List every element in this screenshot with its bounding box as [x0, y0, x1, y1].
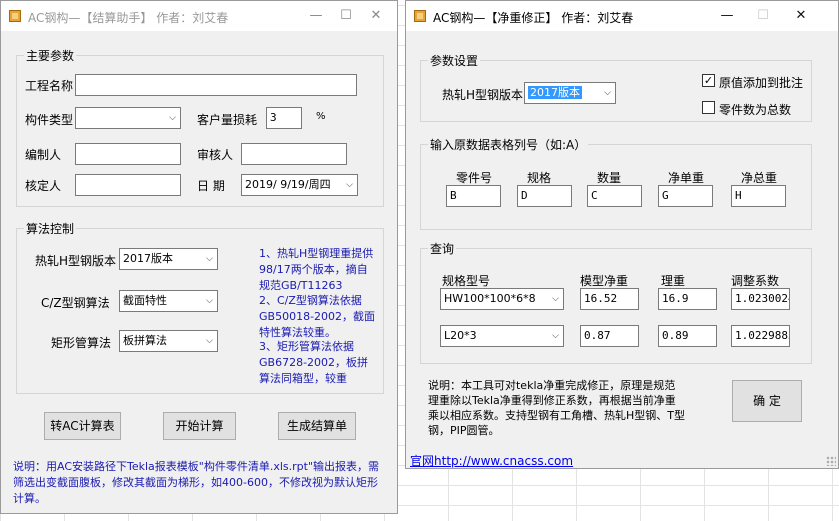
net-weight-correction-window: AC钢构—【净重修正】 作者：刘艾春 — ☐ ✕ 参数设置 热轧H型钢版本 20… — [405, 0, 839, 469]
algo-note-1: 1、热轧H型钢理重提供98/17两个版本，摘自规范GB/T11263 — [259, 247, 374, 292]
cz-algo-value: 截面特性 — [123, 294, 167, 307]
chevron-down-icon: ⌵ — [206, 336, 213, 346]
window-title: AC钢构—【净重修正】 作者：刘艾春 — [433, 11, 634, 25]
column-input[interactable]: G — [658, 185, 713, 207]
add-to-comment-checkbox[interactable]: ✓ — [702, 74, 715, 87]
chevron-down-icon: ⌵ — [206, 254, 213, 264]
query-header-spec: 规格型号 — [442, 274, 491, 288]
model-weight-field[interactable]: 0.87 — [580, 325, 639, 347]
resize-grip[interactable] — [826, 456, 836, 466]
group-title: 主要参数 — [24, 47, 77, 64]
theo-weight-field[interactable]: 16.9 — [658, 288, 717, 310]
hsteel-version-select[interactable]: 2017版本 ⌵ — [119, 248, 218, 270]
component-type-label: 构件类型 — [25, 113, 74, 127]
tool-note: 说明：本工具可对tekla净重完成修正，原理是规范理重除以Tekla净重得到修正… — [428, 379, 685, 437]
convert-ac-button[interactable]: 转AC计算表 — [44, 412, 121, 440]
component-type-select[interactable]: ⌵ — [75, 107, 181, 129]
group-title: 算法控制 — [24, 220, 77, 237]
project-name-input[interactable] — [75, 74, 357, 96]
column-label: 净总重 — [741, 171, 778, 185]
coef-field[interactable]: 1.0230024 — [731, 288, 790, 310]
column-label: 零件号 — [456, 171, 493, 185]
date-label: 日 期 — [197, 179, 225, 193]
spec-value: L20*3 — [444, 329, 477, 342]
hsteel-version-select[interactable]: 2017版本 ⌵ — [524, 82, 616, 104]
bottom-note: 说明：用AC安装路径下Tekla报表模板"构件零件清单.xls.rpt"输出报表… — [13, 460, 380, 505]
query-header-model: 模型净重 — [580, 274, 629, 288]
window-title: AC钢构—【结算助手】 作者：刘艾春 — [28, 11, 229, 25]
spec-value: HW100*100*6*8 — [444, 292, 536, 305]
editor-label: 编制人 — [25, 148, 62, 162]
column-label: 净单重 — [668, 171, 705, 185]
loss-label: 客户量损耗 — [197, 113, 258, 127]
chevron-down-icon: ⌵ — [552, 294, 559, 304]
minimize-button[interactable]: — — [712, 1, 742, 31]
group-title: 查询 — [428, 240, 457, 257]
maximize-button[interactable]: ☐ — [331, 1, 361, 31]
app-icon — [414, 10, 426, 22]
chevron-down-icon: ⌵ — [552, 331, 559, 341]
website-link-url: http://www.cnacss.com — [434, 454, 574, 468]
title-bar[interactable]: AC钢构—【净重修正】 作者：刘艾春 — ☐ ✕ — [406, 1, 838, 31]
checker-input[interactable] — [75, 174, 181, 196]
theo-weight-field[interactable]: 0.89 — [658, 325, 717, 347]
hsteel-version-value: 2017版本 — [528, 86, 582, 99]
editor-input[interactable] — [75, 143, 181, 165]
title-bar[interactable]: AC钢构—【结算助手】 作者：刘艾春 — ☐ ✕ — [1, 1, 397, 31]
group-title: 输入原数据表格列号（如:A） — [428, 136, 589, 153]
hsteel-version-label: 热轧H型钢版本 — [35, 254, 117, 268]
spec-select[interactable]: HW100*100*6*8 ⌵ — [440, 288, 564, 310]
chevron-down-icon: ⌵ — [169, 113, 176, 123]
query-header-theo: 理重 — [661, 274, 686, 288]
ok-button[interactable]: 确 定 — [732, 380, 802, 422]
column-label: 数量 — [597, 171, 622, 185]
hsteel-version-label: 热轧H型钢版本 — [442, 88, 524, 102]
column-input[interactable]: B — [446, 185, 501, 207]
chevron-down-icon: ⌵ — [346, 180, 353, 190]
reviewer-label: 审核人 — [197, 148, 234, 162]
website-link[interactable]: 官网http://www.cnacss.com — [410, 452, 573, 469]
group-title: 参数设置 — [428, 52, 481, 69]
app-icon — [9, 10, 21, 22]
coef-field[interactable]: 1.0229885 — [731, 325, 790, 347]
checker-label: 核定人 — [25, 179, 62, 193]
loss-input[interactable]: 3 — [266, 107, 302, 129]
checkmark-icon: ✓ — [703, 74, 714, 87]
minimize-button[interactable]: — — [301, 1, 331, 31]
algo-note-3: 3、矩形管算法依据GB6728-2002，板拼算法同箱型，较重 — [259, 340, 369, 385]
maximize-button: ☐ — [757, 8, 769, 23]
cz-algo-select[interactable]: 截面特性 ⌵ — [119, 290, 218, 312]
rect-algo-label: 矩形管算法 — [51, 336, 112, 350]
chevron-down-icon: ⌵ — [604, 88, 611, 98]
hsteel-version-value: 2017版本 — [123, 252, 173, 265]
model-weight-field[interactable]: 16.52 — [580, 288, 639, 310]
query-header-coef: 调整系数 — [731, 274, 780, 288]
start-calc-button[interactable]: 开始计算 — [163, 412, 236, 440]
spec-select[interactable]: L20*3 ⌵ — [440, 325, 564, 347]
settlement-assistant-window: AC钢构—【结算助手】 作者：刘艾春 — ☐ ✕ 主要参数 工程名称 构件类型 … — [0, 0, 398, 514]
close-button[interactable]: ✕ — [786, 1, 816, 31]
rect-algo-value: 板拼算法 — [123, 334, 167, 347]
close-button[interactable]: ✕ — [361, 1, 391, 31]
part-count-total-checkbox[interactable] — [702, 101, 715, 114]
date-picker[interactable]: 2019/ 9/19/周四 ⌵ — [241, 174, 358, 196]
website-link-prefix: 官网 — [410, 454, 435, 468]
add-to-comment-label: 原值添加到批注 — [719, 76, 804, 90]
column-input[interactable]: H — [731, 185, 786, 207]
column-input[interactable]: D — [517, 185, 572, 207]
algo-note-2: 2、C/Z型钢算法依据GB50018-2002，截面特性算法较重。 — [259, 294, 376, 339]
reviewer-input[interactable] — [241, 143, 347, 165]
column-input[interactable]: C — [587, 185, 642, 207]
part-count-total-label: 零件数为总数 — [719, 103, 792, 117]
cz-algo-label: C/Z型钢算法 — [41, 296, 110, 310]
project-name-label: 工程名称 — [25, 79, 74, 93]
rect-algo-select[interactable]: 板拼算法 ⌵ — [119, 330, 218, 352]
date-value: 2019/ 9/19/周四 — [245, 178, 331, 191]
column-label: 规格 — [527, 171, 552, 185]
generate-statement-button[interactable]: 生成结算单 — [278, 412, 356, 440]
chevron-down-icon: ⌵ — [206, 296, 213, 306]
loss-unit: % — [316, 111, 326, 122]
